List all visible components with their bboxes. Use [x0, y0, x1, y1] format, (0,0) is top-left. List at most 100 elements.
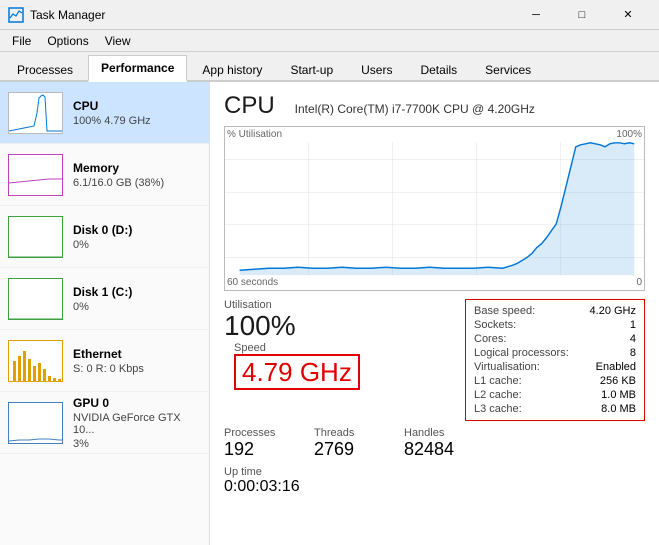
l3-key: L3 cache:	[474, 403, 522, 415]
memory-detail: 6.1/16.0 GB (38%)	[73, 177, 201, 189]
handles-block: Handles 82484	[404, 427, 474, 460]
l2-key: L2 cache:	[474, 389, 522, 401]
threads-value: 2769	[314, 439, 384, 460]
sidebar-item-cpu[interactable]: CPU 100% 4.79 GHz	[0, 82, 209, 144]
memory-name: Memory	[73, 161, 201, 175]
uptime-label: Up time	[224, 466, 645, 478]
main-content: CPU 100% 4.79 GHz Memory 6.1/16.0 GB (38…	[0, 82, 659, 545]
disk1-name: Disk 1 (C:)	[73, 285, 201, 299]
disk1-thumbnail	[8, 278, 63, 320]
maximize-button[interactable]: □	[559, 0, 605, 30]
tab-details[interactable]: Details	[407, 57, 470, 82]
ethernet-thumbnail	[8, 340, 63, 382]
menu-view[interactable]: View	[97, 32, 139, 50]
logical-val: 8	[630, 347, 636, 359]
tab-app-history[interactable]: App history	[189, 57, 275, 82]
gpu0-detail: NVIDIA GeForce GTX 10...	[73, 412, 201, 436]
chart-svg	[225, 127, 644, 290]
virt-val: Enabled	[596, 361, 636, 373]
ethernet-detail: S: 0 R: 0 Kbps	[73, 363, 201, 375]
base-speed-val: 4.20 GHz	[590, 305, 636, 317]
panel-title: CPU	[224, 92, 275, 120]
tab-bar: Processes Performance App history Start-…	[0, 52, 659, 82]
chart-x-right: 0	[636, 277, 642, 288]
sidebar-item-disk1[interactable]: Disk 1 (C:) 0%	[0, 268, 209, 330]
gpu0-name: GPU 0	[73, 396, 201, 410]
panel-header: CPU Intel(R) Core(TM) i7-7700K CPU @ 4.2…	[224, 92, 645, 120]
menu-file[interactable]: File	[4, 32, 39, 50]
handles-value: 82484	[404, 439, 474, 460]
panel-subtitle: Intel(R) Core(TM) i7-7700K CPU @ 4.20GHz	[295, 102, 535, 116]
virt-row: Virtualisation: Enabled	[474, 360, 636, 374]
disk0-detail: 0%	[73, 239, 201, 251]
sidebar-item-ethernet[interactable]: Ethernet S: 0 R: 0 Kbps	[0, 330, 209, 392]
l1-key: L1 cache:	[474, 375, 522, 387]
gpu0-thumbnail	[8, 402, 63, 444]
minimize-button[interactable]: ─	[513, 0, 559, 30]
tab-users[interactable]: Users	[348, 57, 405, 82]
speed-value: 4.79 GHz	[234, 354, 360, 391]
title-bar: Task Manager ─ □ ✕	[0, 0, 659, 30]
sockets-row: Sockets: 1	[474, 318, 636, 332]
stats-row: Utilisation 100% Speed 4.79 GHz Base spe…	[224, 299, 645, 421]
gpu0-usage: 3%	[73, 438, 201, 450]
memory-info: Memory 6.1/16.0 GB (38%)	[73, 161, 201, 189]
menu-options[interactable]: Options	[39, 32, 96, 50]
threads-block: Threads 2769	[314, 427, 384, 460]
gpu0-info: GPU 0 NVIDIA GeForce GTX 10... 3%	[73, 396, 201, 450]
cpu-thumbnail	[8, 92, 63, 134]
sidebar-item-memory[interactable]: Memory 6.1/16.0 GB (38%)	[0, 144, 209, 206]
cores-key: Cores:	[474, 333, 506, 345]
processes-value: 192	[224, 439, 294, 460]
sidebar-item-gpu0[interactable]: GPU 0 NVIDIA GeForce GTX 10... 3%	[0, 392, 209, 454]
left-stats: Utilisation 100% Speed 4.79 GHz	[224, 299, 445, 390]
processes-label: Processes	[224, 427, 294, 439]
l3-val: 8.0 MB	[601, 403, 636, 415]
tab-processes[interactable]: Processes	[4, 57, 86, 82]
cores-row: Cores: 4	[474, 332, 636, 346]
disk0-name: Disk 0 (D:)	[73, 223, 201, 237]
utilisation-block: Utilisation 100%	[224, 299, 445, 342]
logical-key: Logical processors:	[474, 347, 569, 359]
chart-y-label: % Utilisation	[227, 129, 282, 140]
tab-services[interactable]: Services	[472, 57, 544, 82]
l2-val: 1.0 MB	[601, 389, 636, 401]
tab-performance[interactable]: Performance	[88, 55, 187, 82]
menu-bar: File Options View	[0, 30, 659, 52]
chart-y-max: 100%	[616, 129, 642, 140]
app-icon	[8, 7, 24, 23]
disk0-thumbnail	[8, 216, 63, 258]
bottom-stats: Processes 192 Threads 2769 Handles 82484	[224, 427, 645, 460]
sockets-val: 1	[630, 319, 636, 331]
cpu-chart: % Utilisation 100% 60 seconds 0	[224, 126, 645, 291]
l1-row: L1 cache: 256 KB	[474, 374, 636, 388]
disk1-info: Disk 1 (C:) 0%	[73, 285, 201, 313]
base-speed-key: Base speed:	[474, 305, 535, 317]
info-table: Base speed: 4.20 GHz Sockets: 1 Cores: 4…	[465, 299, 645, 421]
virt-key: Virtualisation:	[474, 361, 540, 373]
processes-block: Processes 192	[224, 427, 294, 460]
uptime-block: Up time 0:00:03:16	[224, 466, 645, 496]
l2-row: L2 cache: 1.0 MB	[474, 388, 636, 402]
chart-x-left: 60 seconds	[227, 277, 278, 288]
cores-val: 4	[630, 333, 636, 345]
close-button[interactable]: ✕	[605, 0, 651, 30]
speed-block: Speed 4.79 GHz	[234, 342, 360, 391]
ethernet-info: Ethernet S: 0 R: 0 Kbps	[73, 347, 201, 375]
memory-thumbnail	[8, 154, 63, 196]
cpu-info: CPU 100% 4.79 GHz	[73, 99, 201, 127]
right-panel: CPU Intel(R) Core(TM) i7-7700K CPU @ 4.2…	[210, 82, 659, 545]
base-speed-row: Base speed: 4.20 GHz	[474, 304, 636, 318]
speed-label: Speed	[234, 342, 360, 354]
l3-row: L3 cache: 8.0 MB	[474, 402, 636, 416]
logical-row: Logical processors: 8	[474, 346, 636, 360]
cpu-name: CPU	[73, 99, 201, 113]
tab-startup[interactable]: Start-up	[277, 57, 346, 82]
sidebar-item-disk0[interactable]: Disk 0 (D:) 0%	[0, 206, 209, 268]
l1-val: 256 KB	[600, 375, 636, 387]
uptime-value: 0:00:03:16	[224, 478, 645, 496]
sidebar: CPU 100% 4.79 GHz Memory 6.1/16.0 GB (38…	[0, 82, 210, 545]
sockets-key: Sockets:	[474, 319, 516, 331]
utilisation-value: 100%	[224, 311, 445, 342]
ethernet-name: Ethernet	[73, 347, 201, 361]
